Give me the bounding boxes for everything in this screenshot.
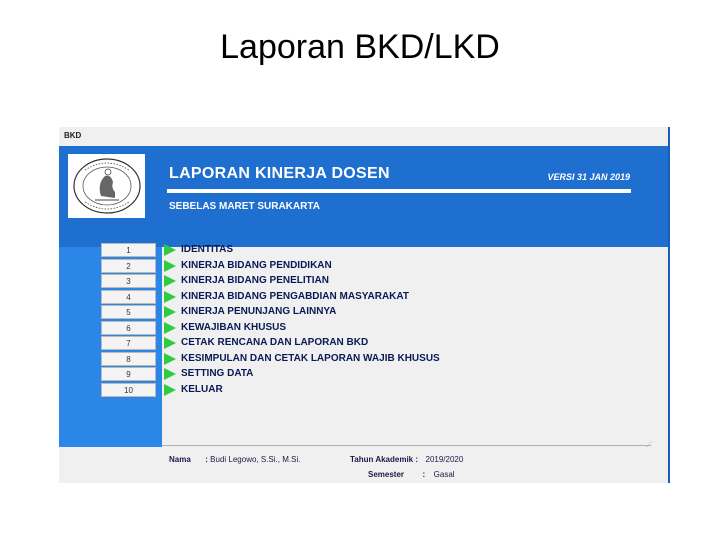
menu-row-penelitian: 3 KINERJA BIDANG PENELITIAN — [101, 274, 541, 289]
play-arrow-icon — [164, 260, 176, 272]
name-separator: : — [205, 455, 208, 464]
menu-button-2[interactable]: 2 — [101, 259, 156, 273]
menu-item-kewajiban[interactable]: KEWAJIBAN KHUSUS — [181, 322, 286, 333]
menu-row-penunjang: 5 KINERJA PENUNJANG LAINNYA — [101, 305, 541, 320]
play-arrow-icon — [164, 275, 176, 287]
menu-button-9[interactable]: 9 — [101, 367, 156, 381]
footer-year: Tahun Akademik : 2019/2020 — [350, 455, 463, 464]
menu-row-pendidikan: 2 KINERJA BIDANG PENDIDIKAN — [101, 259, 541, 274]
bkd-window: BKD LAPORAN KINERJA DOSEN VERSI 31 JAN 2… — [59, 127, 670, 483]
play-arrow-icon — [164, 306, 176, 318]
menu-item-identitas[interactable]: IDENTITAS — [181, 244, 233, 255]
menu-row-pengabdian: 4 KINERJA BIDANG PENGABDIAN MASYARAKAT — [101, 290, 541, 305]
footer-name: Nama : Budi Legowo, S.Si., M.Si. — [169, 455, 300, 464]
name-label: Nama — [169, 455, 191, 464]
footer-semester: Semester : Gasal — [368, 470, 455, 479]
menu-row-identitas: 1 IDENTITAS — [101, 243, 541, 258]
content-divider — [162, 445, 651, 446]
menu-row-keluar: 10 KELUAR — [101, 383, 541, 398]
play-arrow-icon — [164, 291, 176, 303]
header-banner — [59, 146, 668, 247]
menu-item-pendidikan[interactable]: KINERJA BIDANG PENDIDIKAN — [181, 260, 332, 271]
resize-grip-icon[interactable]: ⋰ — [646, 441, 652, 448]
year-separator: : — [415, 455, 419, 464]
menu-button-1[interactable]: 1 — [101, 243, 156, 257]
menu-button-8[interactable]: 8 — [101, 352, 156, 366]
header-divider — [167, 189, 631, 193]
menu-row-kewajiban: 6 KEWAJIBAN KHUSUS — [101, 321, 541, 336]
window-title: BKD — [64, 131, 82, 140]
menu-item-keluar[interactable]: KELUAR — [181, 384, 223, 395]
semester-label: Semester — [368, 470, 405, 479]
menu-row-kesimpulan: 8 KESIMPULAN DAN CETAK LAPORAN WAJIB KHU… — [101, 352, 541, 367]
menu-row-cetak-rencana: 7 CETAK RENCANA DAN LAPORAN BKD — [101, 336, 541, 351]
university-name: SEBELAS MARET SURAKARTA — [169, 201, 320, 212]
menu-button-10[interactable]: 10 — [101, 383, 156, 397]
university-logo — [68, 154, 145, 218]
play-arrow-icon — [164, 244, 176, 256]
menu-item-penunjang[interactable]: KINERJA PENUNJANG LAINNYA — [181, 306, 336, 317]
semester-separator: : — [422, 470, 426, 479]
play-arrow-icon — [164, 368, 176, 380]
play-arrow-icon — [164, 353, 176, 365]
year-label: Tahun Akademik — [350, 455, 414, 464]
play-arrow-icon — [164, 322, 176, 334]
slide-title: Laporan BKD/LKD — [220, 28, 500, 66]
menu-button-6[interactable]: 6 — [101, 321, 156, 335]
menu-item-kesimpulan[interactable]: KESIMPULAN DAN CETAK LAPORAN WAJIB KHUSU… — [181, 353, 440, 364]
semester-value: Gasal — [433, 470, 455, 479]
menu-item-penelitian[interactable]: KINERJA BIDANG PENELITIAN — [181, 275, 329, 286]
menu-item-setting[interactable]: SETTING DATA — [181, 368, 253, 379]
version-label: VERSI 31 JAN 2019 — [547, 172, 630, 182]
menu-row-setting: 9 SETTING DATA — [101, 367, 541, 382]
menu-button-5[interactable]: 5 — [101, 305, 156, 319]
menu-item-cetak-rencana[interactable]: CETAK RENCANA DAN LAPORAN BKD — [181, 337, 368, 348]
play-arrow-icon — [164, 384, 176, 396]
menu-button-3[interactable]: 3 — [101, 274, 156, 288]
play-arrow-icon — [164, 337, 176, 349]
menu-button-7[interactable]: 7 — [101, 336, 156, 350]
name-value: Budi Legowo, S.Si., M.Si. — [210, 455, 301, 464]
year-value: 2019/2020 — [425, 455, 464, 464]
app-title: LAPORAN KINERJA DOSEN — [169, 165, 390, 182]
menu-button-4[interactable]: 4 — [101, 290, 156, 304]
menu-item-pengabdian[interactable]: KINERJA BIDANG PENGABDIAN MASYARAKAT — [181, 291, 409, 302]
university-seal-icon — [72, 158, 141, 214]
